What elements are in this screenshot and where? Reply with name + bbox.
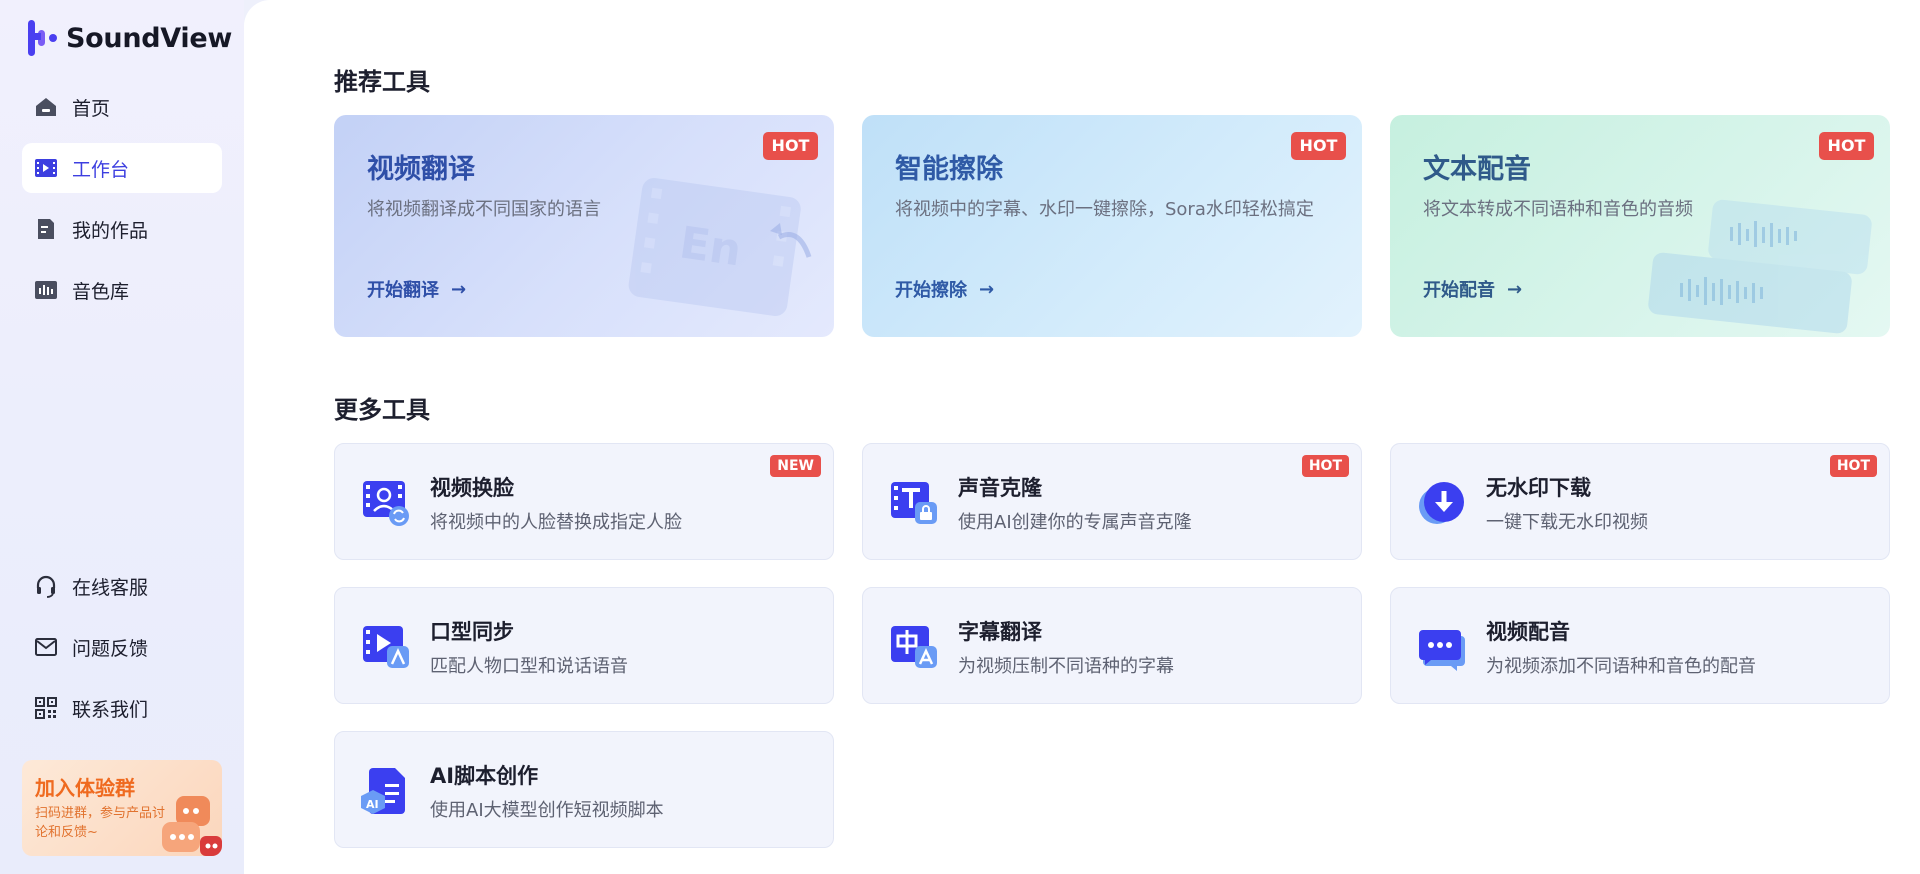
start-translate-link[interactable]: 开始翻译 →	[367, 276, 466, 302]
works-icon	[34, 217, 58, 241]
tool-lip-sync[interactable]: 口型同步 匹配人物口型和说话语音	[334, 587, 834, 704]
hot-badge: HOT	[1829, 455, 1877, 477]
tool-desc: 为视频压制不同语种的字幕	[958, 656, 1174, 677]
soundview-logo-icon	[28, 20, 57, 56]
section-title-more: 更多工具	[334, 396, 430, 424]
logo[interactable]: SoundView	[26, 18, 232, 58]
support-nav: 在线客服 问题反馈 联系我们	[22, 561, 222, 744]
sidebar-item-voice-library[interactable]: 音色库	[22, 265, 222, 315]
sidebar-item-workbench[interactable]: 工作台	[22, 143, 222, 193]
tool-name: 声音克隆	[958, 476, 1042, 500]
tool-desc: 将视频中的人脸替换成指定人脸	[430, 512, 682, 533]
sidebar: SoundView 首页 工作台 我的作品 音色库 在线客服 问题反馈 联系我们…	[0, 0, 244, 874]
sidebar-item-label: 首页	[72, 97, 111, 120]
qr-code-icon	[34, 696, 58, 720]
join-group-banner[interactable]: 加入体验群 扫码进群，参与产品讨论和反馈~	[22, 760, 222, 856]
sidebar-item-label: 我的作品	[72, 219, 149, 242]
chat-bubbles-icon	[162, 796, 222, 856]
tool-name: 无水印下载	[1486, 476, 1591, 500]
card-desc: 将文本转成不同语种和音色的音频	[1423, 199, 1693, 220]
tool-desc: 为视频添加不同语种和音色的配音	[1486, 656, 1756, 677]
svg-text:AI: AI	[366, 798, 379, 811]
tool-subtitle-translate[interactable]: 字幕翻译 为视频压制不同语种的字幕	[862, 587, 1362, 704]
cta-label: 开始擦除	[895, 280, 967, 301]
sidebar-item-contact[interactable]: 联系我们	[22, 683, 222, 733]
tool-desc: 匹配人物口型和说话语音	[430, 656, 628, 677]
face-swap-icon	[363, 481, 409, 526]
workbench-icon	[34, 156, 58, 180]
arrow-right-icon: →	[1507, 278, 1523, 300]
smart-erase-card[interactable]: HOT 智能擦除 将视频中的字幕、水印一键擦除，Sora水印轻松搞定 开始擦除 …	[862, 115, 1362, 337]
cta-label: 开始翻译	[367, 280, 439, 301]
tool-name: 视频换脸	[430, 476, 514, 500]
download-icon	[1419, 482, 1464, 524]
sidebar-item-label: 在线客服	[72, 576, 149, 599]
sidebar-item-online-support[interactable]: 在线客服	[22, 561, 222, 611]
headset-icon	[34, 574, 58, 598]
sidebar-item-label: 联系我们	[72, 698, 149, 721]
tool-voice-clone[interactable]: HOT 声音克隆 使用AI创建你的专属声音克隆	[862, 443, 1362, 560]
card-desc: 将视频翻译成不同国家的语言	[367, 199, 601, 220]
main-content: 推荐工具 En HOT 视频翻译 将视频翻译成不同国家的语言 开始翻译 → HO…	[244, 0, 1920, 874]
section-title-recommended: 推荐工具	[334, 68, 430, 96]
tool-desc: 使用AI大模型创作短视频脚本	[430, 800, 664, 821]
sidebar-item-label: 工作台	[72, 158, 130, 181]
card-desc: 将视频中的字幕、水印一键擦除，Sora水印轻松搞定	[895, 199, 1314, 220]
sidebar-item-label: 音色库	[72, 280, 130, 303]
voice-clone-icon	[891, 482, 937, 524]
tool-name: 字幕翻译	[958, 620, 1042, 644]
start-dubbing-link[interactable]: 开始配音 →	[1423, 276, 1522, 302]
tool-no-watermark-download[interactable]: HOT 无水印下载 一键下载无水印视频	[1390, 443, 1890, 560]
mail-icon	[34, 635, 58, 659]
app-name: SoundView	[66, 22, 232, 54]
card-title: 智能擦除	[895, 154, 1003, 185]
cta-label: 开始配音	[1423, 280, 1495, 301]
new-badge: NEW	[770, 455, 821, 477]
tool-desc: 使用AI创建你的专属声音克隆	[958, 512, 1192, 533]
promo-title: 加入体验群	[35, 776, 135, 800]
promo-subtitle: 扫码进群，参与产品讨论和反馈~	[35, 806, 166, 840]
tool-desc: 一键下载无水印视频	[1486, 512, 1648, 533]
tool-ai-script[interactable]: AI AI脚本创作 使用AI大模型创作短视频脚本	[334, 731, 834, 848]
hot-badge: HOT	[1291, 132, 1346, 160]
sidebar-item-feedback[interactable]: 问题反馈	[22, 622, 222, 672]
svg-text:En: En	[676, 217, 744, 276]
subtitle-translate-icon	[891, 626, 937, 668]
lip-sync-icon	[363, 626, 409, 668]
card-title: 文本配音	[1423, 154, 1531, 185]
sidebar-item-label: 问题反馈	[72, 637, 149, 660]
arrow-right-icon: →	[451, 278, 467, 300]
video-dubbing-icon	[1419, 630, 1465, 671]
tool-name: 视频配音	[1486, 620, 1570, 644]
hot-badge: HOT	[1301, 455, 1349, 477]
hot-badge: HOT	[1819, 132, 1874, 160]
arrow-right-icon: →	[979, 278, 995, 300]
main-nav: 首页 工作台 我的作品 音色库	[22, 82, 222, 326]
video-translate-card[interactable]: En HOT 视频翻译 将视频翻译成不同国家的语言 开始翻译 →	[334, 115, 834, 337]
sidebar-item-home[interactable]: 首页	[22, 82, 222, 132]
tool-name: AI脚本创作	[430, 764, 539, 788]
hot-badge: HOT	[763, 132, 818, 160]
voice-library-icon	[34, 278, 58, 302]
sidebar-item-my-works[interactable]: 我的作品	[22, 204, 222, 254]
start-erase-link[interactable]: 开始擦除 →	[895, 276, 994, 302]
tool-name: 口型同步	[430, 620, 514, 644]
tool-face-swap[interactable]: NEW 视频换脸 将视频中的人脸替换成指定人脸	[334, 443, 834, 560]
text-to-speech-card[interactable]: HOT 文本配音 将文本转成不同语种和音色的音频 开始配音 →	[1390, 115, 1890, 337]
card-title: 视频翻译	[367, 154, 475, 185]
ai-script-icon: AI	[361, 768, 405, 814]
tool-video-dubbing[interactable]: 视频配音 为视频添加不同语种和音色的配音	[1390, 587, 1890, 704]
home-icon	[34, 95, 58, 119]
